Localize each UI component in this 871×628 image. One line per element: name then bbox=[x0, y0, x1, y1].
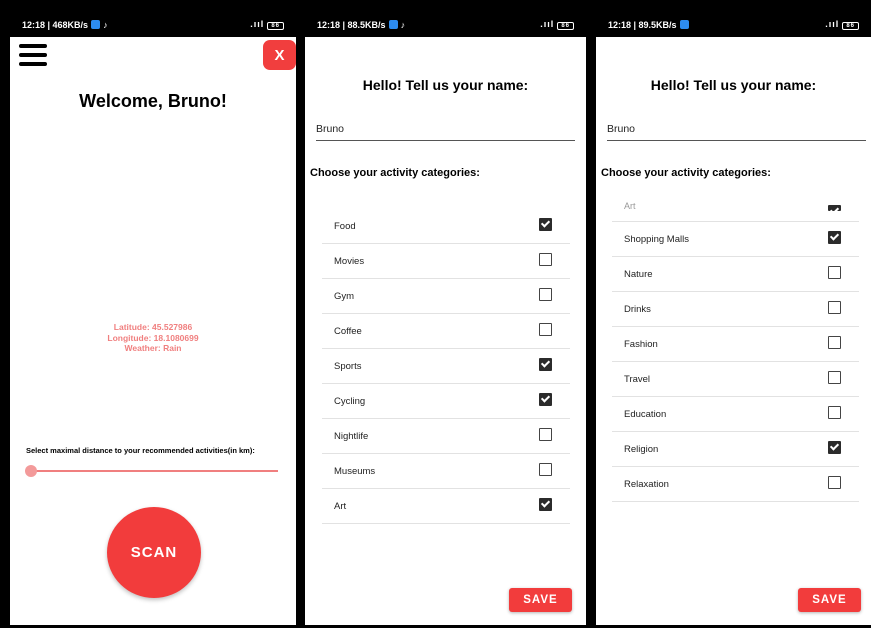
status-bar: 12:18 | 88.5KB/s ♪ .ııl 86 bbox=[305, 13, 586, 37]
weather-text: Weather: Rain bbox=[124, 343, 182, 353]
checkbox-icon[interactable] bbox=[539, 358, 552, 371]
distance-slider-track[interactable] bbox=[31, 470, 278, 472]
list-item[interactable]: Sports bbox=[322, 349, 570, 384]
categories-heading: Choose your activity categories: bbox=[310, 167, 480, 179]
category-label: Travel bbox=[624, 374, 651, 385]
category-label: Shopping Malls bbox=[624, 234, 689, 245]
category-label: Movies bbox=[334, 256, 365, 267]
category-list: Food Movies Gym Coffee Sports Cycling Nightlif… bbox=[322, 209, 570, 524]
latitude-text: Latitude: 45.527986 bbox=[113, 322, 193, 332]
battery-icon: 86 bbox=[267, 22, 284, 30]
checkbox-icon[interactable] bbox=[828, 301, 841, 314]
name-input[interactable] bbox=[607, 120, 866, 141]
status-time: 12:18 | 89.5KB/s bbox=[608, 20, 677, 30]
checkbox-icon[interactable] bbox=[539, 498, 552, 511]
category-label: Sports bbox=[334, 361, 362, 372]
category-label: Drinks bbox=[624, 304, 651, 315]
signal-icon: .ııl bbox=[250, 19, 265, 29]
list-item[interactable]: Shopping Malls bbox=[612, 222, 859, 257]
category-label: Coffee bbox=[334, 326, 362, 337]
category-list: Art Shopping Malls Nature Drinks Fashion Tra… bbox=[612, 199, 859, 519]
list-item[interactable]: Museums bbox=[322, 454, 570, 489]
category-label: Nightlife bbox=[334, 431, 369, 442]
list-item[interactable]: Nightlife bbox=[322, 419, 570, 454]
list-item[interactable]: Art bbox=[612, 199, 859, 222]
checkbox-icon[interactable] bbox=[539, 253, 552, 266]
checkbox-icon[interactable] bbox=[828, 476, 841, 489]
list-item[interactable]: Nature bbox=[612, 257, 859, 292]
status-bar: 12:18 | 89.5KB/s .ııl 86 bbox=[596, 13, 871, 37]
signal-icon: .ııl bbox=[540, 19, 555, 29]
list-item[interactable]: Fashion bbox=[612, 327, 859, 362]
checkbox-icon[interactable] bbox=[828, 441, 841, 454]
page-title: Hello! Tell us your name: bbox=[650, 77, 817, 93]
status-time: 12:18 | 88.5KB/s bbox=[317, 20, 386, 30]
category-label: Nature bbox=[624, 269, 653, 280]
category-label: Art bbox=[334, 501, 347, 512]
checkbox-icon[interactable] bbox=[828, 336, 841, 349]
name-input[interactable] bbox=[316, 120, 575, 141]
location-info: Latitude: 45.527986 Longitude: 18.108069… bbox=[10, 322, 296, 354]
list-item[interactable]: Food bbox=[322, 209, 570, 244]
list-item[interactable]: Movies bbox=[322, 244, 570, 279]
list-item[interactable]: Cycling bbox=[322, 384, 570, 419]
list-item[interactable]: Art bbox=[322, 489, 570, 524]
checkbox-icon[interactable] bbox=[828, 406, 841, 419]
checkbox-icon[interactable] bbox=[539, 218, 552, 231]
checkbox-icon[interactable] bbox=[828, 266, 841, 279]
category-label: Religion bbox=[624, 444, 659, 455]
notification-icon bbox=[679, 20, 689, 29]
category-label: Museums bbox=[334, 466, 376, 477]
list-item[interactable]: Coffee bbox=[322, 314, 570, 349]
list-item[interactable]: Religion bbox=[612, 432, 859, 467]
checkbox-icon[interactable] bbox=[539, 288, 552, 301]
close-button[interactable]: X bbox=[263, 40, 296, 70]
categories-heading: Choose your activity categories: bbox=[601, 167, 771, 179]
checkbox-icon[interactable] bbox=[828, 231, 841, 244]
status-bar: 12:18 | 468KB/s ♪ .ııl 86 bbox=[10, 13, 296, 37]
checkbox-icon[interactable] bbox=[539, 323, 552, 336]
hamburger-icon[interactable] bbox=[19, 44, 47, 66]
checkbox-icon[interactable] bbox=[539, 463, 552, 476]
list-item[interactable]: Education bbox=[612, 397, 859, 432]
checkbox-icon[interactable] bbox=[828, 371, 841, 384]
scan-button[interactable]: SCAN bbox=[107, 507, 201, 598]
longitude-text: Longitude: 18.1080699 bbox=[107, 332, 199, 343]
category-label: Gym bbox=[334, 291, 355, 302]
list-item[interactable]: Gym bbox=[322, 279, 570, 314]
welcome-title: Welcome, Bruno! bbox=[79, 91, 227, 111]
category-label: Cycling bbox=[334, 396, 366, 407]
checkbox-icon[interactable] bbox=[539, 393, 552, 406]
checkbox-icon[interactable] bbox=[828, 205, 841, 211]
welcome-screen: 12:18 | 468KB/s ♪ .ııl 86 X Welcome, Bruno… bbox=[10, 13, 296, 625]
save-button[interactable]: SAVE bbox=[798, 588, 861, 612]
category-label: Food bbox=[334, 221, 356, 232]
distance-label: Select maximal distance to your recommen… bbox=[26, 446, 255, 455]
categories-screen-scrolled: 12:18 | 89.5KB/s .ııl 86 Hello! Tell us y… bbox=[596, 13, 871, 625]
categories-screen-top: 12:18 | 88.5KB/s ♪ .ııl 86 Hello! Tell us … bbox=[305, 13, 586, 625]
bell-icon: ♪ bbox=[400, 20, 406, 30]
notification-icon bbox=[388, 20, 398, 29]
page-title: Hello! Tell us your name: bbox=[362, 77, 529, 93]
battery-icon: 86 bbox=[842, 22, 859, 30]
distance-slider-thumb[interactable] bbox=[25, 465, 37, 477]
battery-icon: 86 bbox=[557, 22, 574, 30]
notification-icon bbox=[91, 20, 101, 29]
signal-icon: .ııl bbox=[825, 19, 840, 29]
save-button[interactable]: SAVE bbox=[509, 588, 572, 612]
category-label: Education bbox=[624, 409, 667, 420]
bell-icon: ♪ bbox=[103, 20, 108, 30]
checkbox-icon[interactable] bbox=[539, 428, 552, 441]
category-label: Relaxation bbox=[624, 479, 669, 490]
category-label: Art bbox=[624, 201, 636, 211]
status-time: 12:18 | 468KB/s bbox=[22, 20, 89, 30]
list-item[interactable]: Drinks bbox=[612, 292, 859, 327]
category-label: Fashion bbox=[624, 339, 658, 350]
list-item[interactable]: Relaxation bbox=[612, 467, 859, 502]
list-item[interactable]: Travel bbox=[612, 362, 859, 397]
